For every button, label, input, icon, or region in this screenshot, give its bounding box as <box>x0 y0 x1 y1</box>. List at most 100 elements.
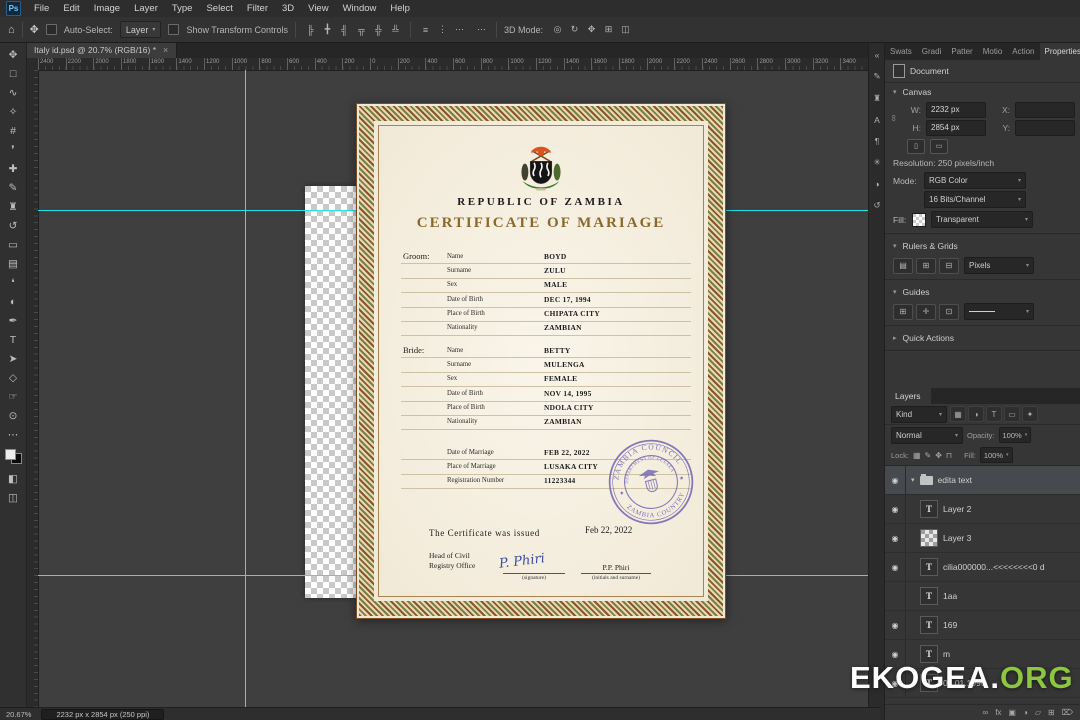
distribute-icon[interactable]: ≡ <box>418 22 433 37</box>
panel-icon[interactable]: « <box>875 50 880 60</box>
guide-style-dropdown[interactable] <box>964 303 1034 320</box>
foreground-color-swatch[interactable] <box>4 449 16 460</box>
move-tool-preset-icon[interactable]: ✥ <box>30 23 39 36</box>
align-icon[interactable]: ╋ <box>320 22 335 37</box>
panel-tab[interactable]: Motio <box>978 42 1008 60</box>
3d-mode-icon[interactable]: ◎ <box>550 22 565 37</box>
menu-item[interactable]: View <box>301 2 335 15</box>
tool-button[interactable]: ◇ <box>2 368 24 387</box>
tool-button[interactable]: ↺ <box>2 216 24 235</box>
rulers-grids-section-header[interactable]: ▾ Rulers & Grids <box>885 237 1080 255</box>
3d-mode-icon[interactable]: ⊞ <box>601 22 616 37</box>
layer-row[interactable]: ◉ ▾ T 01.01.1990 <box>885 669 1080 698</box>
rulers-grid-button[interactable]: ▤ <box>893 257 913 274</box>
tool-button[interactable]: ∿ <box>2 83 24 102</box>
panel-tab[interactable]: Swats <box>885 42 917 60</box>
layers-footer-icon[interactable]: ▱ <box>1035 708 1041 717</box>
landscape-orientation-button[interactable]: ▭ <box>930 138 948 154</box>
quick-mask-button[interactable]: ◧ <box>2 469 24 488</box>
layer-filter-icon[interactable]: ✦ <box>1022 406 1038 422</box>
layer-visibility-toggle[interactable]: ◉ <box>885 669 906 697</box>
3d-mode-icon[interactable]: ◫ <box>618 22 633 37</box>
blend-mode-dropdown[interactable]: Normal <box>891 426 963 444</box>
units-dropdown[interactable]: Pixels <box>964 257 1034 274</box>
panel-tab[interactable]: Gradi <box>917 42 947 60</box>
layer-row[interactable]: ◉ ▾ T cilia000000...<<<<<<<<0 d <box>885 553 1080 582</box>
width-field[interactable]: 2232 px <box>926 102 986 118</box>
foreground-background-colors[interactable] <box>4 449 22 464</box>
distribute-icon[interactable]: ⋮ <box>435 22 450 37</box>
certificate-document[interactable]: REPUBLIC OF ZAMBIA CERTIFICATE OF MARIAG… <box>356 103 726 619</box>
tool-button[interactable]: ▤ <box>2 254 24 273</box>
layer-row[interactable]: ◉ ▾ T Layer 2 <box>885 495 1080 524</box>
guides-button[interactable]: ✛ <box>916 303 936 320</box>
menu-item[interactable]: File <box>27 2 56 15</box>
panel-tab[interactable]: Action <box>1007 42 1039 60</box>
tab-layers[interactable]: Layers <box>885 388 931 404</box>
distribute-icon[interactable]: ⋯ <box>452 22 467 37</box>
fill-swatch[interactable] <box>912 212 926 227</box>
color-mode-dropdown[interactable]: RGB Color <box>924 172 1026 189</box>
layer-row[interactable]: ◉ ▾ T 169 <box>885 611 1080 640</box>
lock-icon[interactable]: ✥ <box>935 451 942 460</box>
tool-button[interactable]: ◐ <box>2 292 24 311</box>
tool-button[interactable]: ❛ <box>2 273 24 292</box>
canvas[interactable]: REPUBLIC OF ZAMBIA CERTIFICATE OF MARIAG… <box>38 70 868 708</box>
bit-depth-dropdown[interactable]: 16 Bits/Channel <box>924 191 1026 208</box>
panel-tab[interactable]: Patter <box>946 42 977 60</box>
panel-tab[interactable]: Properties <box>1039 42 1080 60</box>
align-icon[interactable]: ╬ <box>371 22 386 37</box>
tool-button[interactable]: ✎ <box>2 178 24 197</box>
menu-item[interactable]: Select <box>199 2 239 15</box>
menu-item[interactable]: Filter <box>240 2 275 15</box>
panel-icon[interactable]: ◑ <box>874 179 879 189</box>
portrait-orientation-button[interactable]: ▯ <box>907 138 925 154</box>
layer-row[interactable]: ◉ ▾ T Layer 3 <box>885 524 1080 553</box>
auto-select-checkbox[interactable] <box>45 24 57 35</box>
panel-icon[interactable]: ♜ <box>873 93 881 104</box>
menu-item[interactable]: 3D <box>275 2 301 15</box>
tool-button[interactable]: ♜ <box>2 197 24 216</box>
guide-vertical[interactable] <box>245 70 246 708</box>
lock-icon[interactable]: ⊓ <box>946 451 952 460</box>
layer-filter-icon[interactable]: T <box>986 406 1002 422</box>
menu-item[interactable]: Layer <box>127 2 165 15</box>
zoom-level[interactable]: 20.67% <box>6 710 31 719</box>
close-tab-icon[interactable]: × <box>163 45 168 55</box>
layer-filter-kind-dropdown[interactable]: Kind <box>891 405 947 423</box>
link-dimensions-icon[interactable]: ∞ <box>889 115 899 121</box>
quick-actions-section-header[interactable]: ▸ Quick Actions <box>885 329 1080 347</box>
guides-button[interactable]: ⊞ <box>893 303 913 320</box>
layers-footer-icon[interactable]: ⌦ <box>1062 708 1073 717</box>
fill-dropdown[interactable]: Transparent <box>931 211 1033 228</box>
layers-footer-icon[interactable]: fx <box>995 708 1001 717</box>
layer-row[interactable]: ◉ ▾ T m <box>885 640 1080 669</box>
lock-icon[interactable]: ✎ <box>925 451 932 460</box>
layer-visibility-toggle[interactable]: ◉ <box>885 466 906 494</box>
layer-row[interactable]: ◉ ▾ T edita text <box>885 466 1080 495</box>
tool-button[interactable]: T <box>2 330 24 349</box>
layer-visibility-toggle[interactable]: ◉ <box>885 524 906 552</box>
layer-visibility-toggle[interactable]: ◉ <box>885 611 906 639</box>
screen-mode-button[interactable]: ◫ <box>2 488 24 507</box>
show-transform-checkbox[interactable] <box>168 24 180 35</box>
layer-visibility-toggle[interactable]: ◉ <box>885 495 906 523</box>
auto-select-target-dropdown[interactable]: Layer <box>119 21 162 38</box>
layer-filter-icon[interactable]: ◑ <box>968 406 984 422</box>
tool-button[interactable]: ❜ <box>2 140 24 159</box>
document-tab[interactable]: Italy id.psd @ 20.7% (RGB/16) * × <box>26 42 178 58</box>
height-field[interactable]: 2854 px <box>926 120 986 136</box>
align-icon[interactable]: ╦ <box>354 22 369 37</box>
more-options-icon[interactable]: ⋯ <box>474 22 489 37</box>
opacity-field[interactable]: 100% <box>998 427 1032 443</box>
layer-visibility-toggle[interactable]: ◉ <box>885 553 906 581</box>
tool-button[interactable]: ☞ <box>2 387 24 406</box>
panel-icon[interactable]: ↺ <box>873 200 880 211</box>
menu-item[interactable]: Help <box>383 2 417 15</box>
group-expand-icon[interactable]: ▾ <box>911 476 915 484</box>
tool-button[interactable]: ⋯ <box>2 425 24 444</box>
tool-button[interactable]: ✧ <box>2 102 24 121</box>
layer-visibility-toggle[interactable]: ◉ <box>885 640 906 668</box>
tool-button[interactable]: ⊙ <box>2 406 24 425</box>
tool-button[interactable]: ▭ <box>2 235 24 254</box>
